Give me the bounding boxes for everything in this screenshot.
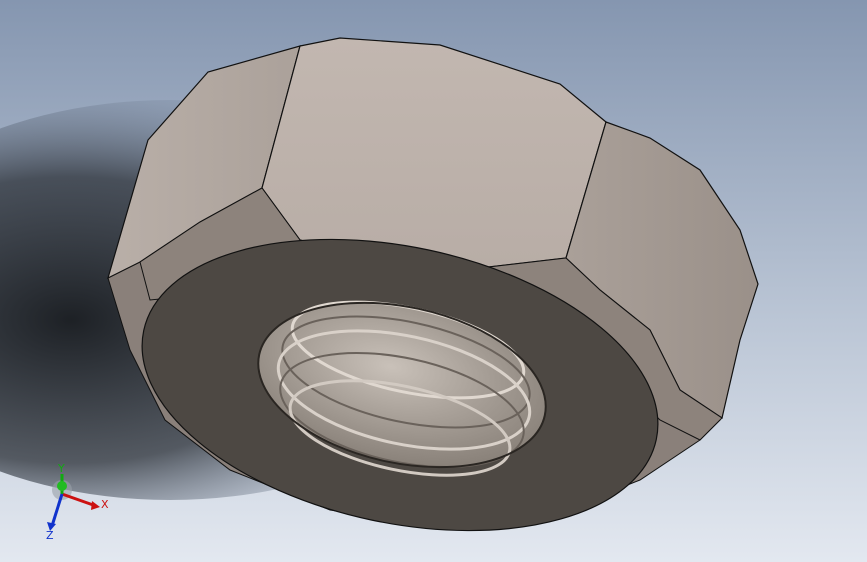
triad-x-axis [61,492,97,508]
triad-y-ball-icon [57,481,67,491]
triad-z-label: Z [46,529,54,540]
graphics-viewport[interactable]: X Y Z [0,0,867,562]
triad-z-axis [50,493,64,527]
reference-triad: X Y Z [46,462,109,540]
triad-y-label: Y [57,462,65,475]
triad-x-arrow-icon [91,501,100,510]
triad-x-label: X [101,498,109,511]
model-view[interactable] [0,0,867,562]
